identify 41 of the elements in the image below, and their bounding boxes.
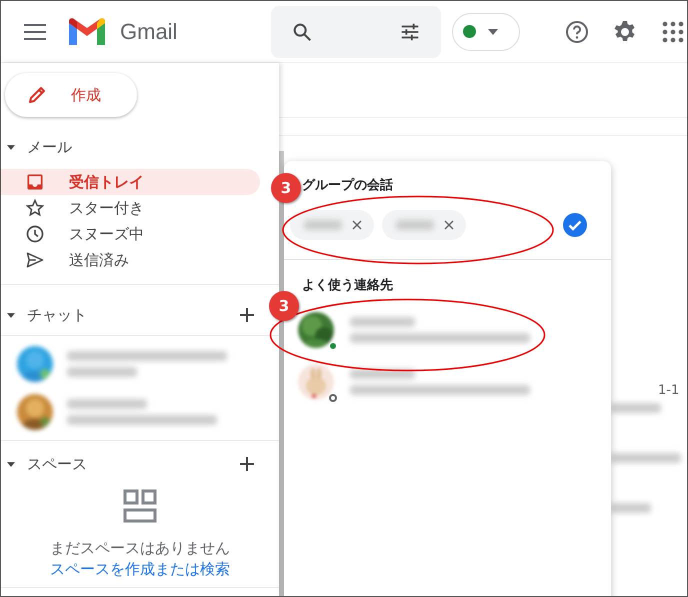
close-icon[interactable] — [444, 220, 454, 230]
caret-icon[interactable] — [7, 462, 15, 466]
search-field[interactable] — [271, 6, 442, 58]
nav-item[interactable]: 送信済み — [1, 247, 260, 273]
nav-item[interactable]: スヌーズ中 — [1, 221, 260, 247]
star-icon — [25, 198, 45, 218]
spaces-icon — [123, 489, 157, 523]
settings-icon[interactable] — [613, 20, 638, 44]
add-icon[interactable] — [239, 456, 255, 472]
product-name: Gmail — [120, 18, 178, 44]
help-icon[interactable] — [565, 20, 590, 44]
search-icon[interactable] — [291, 20, 314, 42]
menu-icon[interactable] — [24, 24, 46, 40]
apps-grid-icon[interactable] — [661, 20, 686, 44]
add-icon[interactable] — [239, 307, 255, 323]
frequent-contacts-title: よく使う連絡先 — [302, 278, 393, 293]
close-icon[interactable] — [352, 220, 362, 230]
nav-item[interactable]: 受信トレイ — [1, 169, 260, 195]
envelope-logo-icon — [67, 16, 107, 46]
caret-icon — [488, 28, 498, 34]
section-title[interactable]: チャット — [27, 306, 239, 324]
recipient-chip[interactable] — [290, 210, 374, 240]
caret-icon[interactable] — [7, 144, 15, 150]
nav-item[interactable]: スター付き — [1, 195, 260, 221]
send-icon — [25, 250, 45, 270]
section-title[interactable]: メール — [27, 138, 255, 156]
page-range: 1-1 — [658, 383, 680, 398]
blurred-text — [611, 503, 651, 513]
blurred-text — [611, 453, 681, 463]
status-selector[interactable] — [452, 12, 520, 50]
blurred-text — [611, 403, 661, 413]
pencil-icon — [27, 85, 47, 105]
empty-message: まだスペースはありません — [50, 539, 230, 558]
clock-icon — [25, 224, 45, 244]
inbox-icon — [25, 172, 45, 192]
create-space-link[interactable]: スペースを作成または検索 — [50, 560, 230, 579]
section-title[interactable]: スペース — [27, 454, 239, 474]
group-title: グループの会話 — [302, 178, 393, 193]
caret-icon[interactable] — [7, 312, 15, 318]
checkmark-icon[interactable] — [563, 213, 587, 237]
compose-button[interactable]: 作成 — [5, 73, 137, 117]
